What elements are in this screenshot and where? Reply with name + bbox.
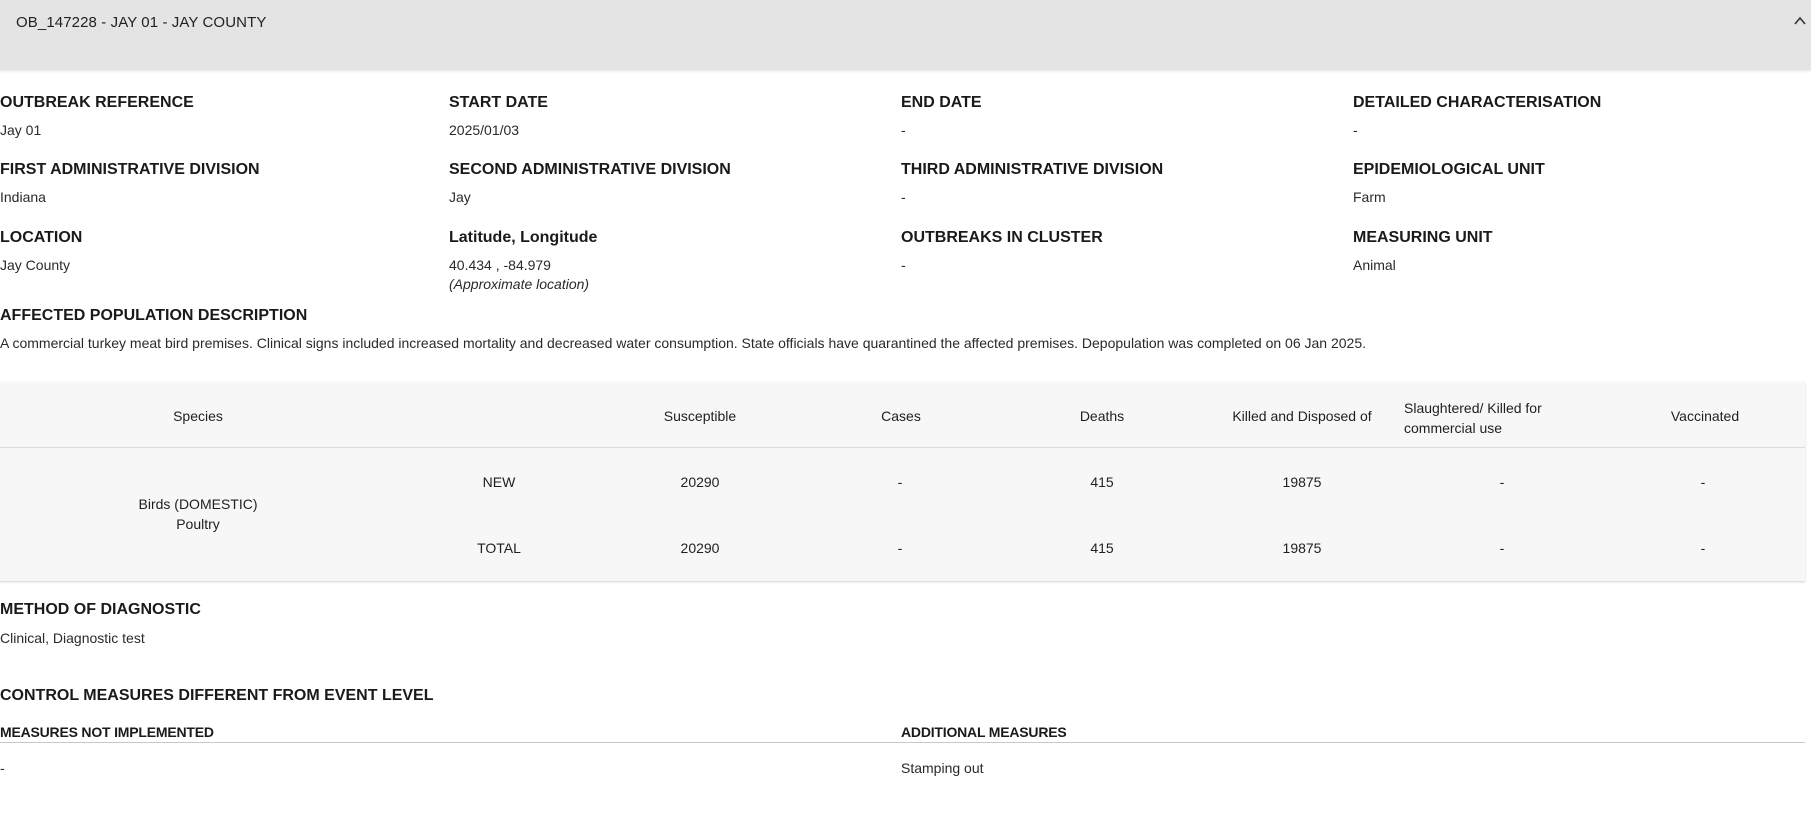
header-cases: Cases (881, 408, 921, 424)
first-admin-division-label: FIRST ADMINISTRATIVE DIVISION (0, 161, 260, 178)
field-start-date: START DATE 2025/01/03 (449, 94, 548, 138)
header-divider (0, 447, 1805, 448)
additional-measures-label: ADDITIONAL MEASURES (901, 724, 1067, 740)
row-new-label: NEW (482, 474, 516, 490)
species-type: Poultry (176, 516, 220, 532)
diagnostic-label: METHOD OF DIAGNOSTIC (0, 601, 201, 618)
field-measuring-unit: MEASURING UNIT Animal (1353, 229, 1493, 273)
outbreak-reference-value: Jay 01 (0, 122, 42, 138)
header-vaccinated: Vaccinated (1670, 408, 1740, 424)
affected-population-text: A commercial turkey meat bird premises. … (0, 335, 1366, 351)
row-new-killed-disposed: 19875 (1282, 474, 1322, 490)
affected-population-label: AFFECTED POPULATION DESCRIPTION (0, 307, 308, 324)
row-new-vaccinated: - (1700, 474, 1706, 490)
field-epidemiological-unit: EPIDEMIOLOGICAL UNIT Farm (1353, 161, 1545, 205)
outbreak-reference-label: OUTBREAK REFERENCE (0, 94, 194, 111)
header-species: Species (173, 408, 223, 424)
second-admin-division-label: SECOND ADMINISTRATIVE DIVISION (449, 161, 731, 178)
first-admin-division-value: Indiana (0, 189, 46, 205)
field-second-admin-division: SECOND ADMINISTRATIVE DIVISION Jay (449, 161, 731, 205)
field-outbreaks-in-cluster: OUTBREAKS IN CLUSTER - (901, 229, 1103, 273)
measures-divider (0, 742, 1805, 743)
outbreaks-in-cluster-label: OUTBREAKS IN CLUSTER (901, 229, 1103, 246)
row-new-slaughtered: - (1499, 474, 1505, 490)
outbreak-header[interactable]: OB_147228 - JAY 01 - JAY COUNTY (0, 0, 1811, 70)
field-first-admin-division: FIRST ADMINISTRATIVE DIVISION Indiana (0, 161, 260, 205)
header-killed-disposed: Killed and Disposed of (1232, 408, 1372, 424)
additional-measures-value: Stamping out (901, 760, 984, 776)
field-detailed-characterisation: DETAILED CHARACTERISATION - (1353, 94, 1601, 138)
location-label: LOCATION (0, 229, 83, 246)
chevron-up-icon (1794, 16, 1806, 25)
end-date-label: END DATE (901, 94, 982, 111)
outbreak-title: OB_147228 - JAY 01 - JAY COUNTY (16, 14, 267, 31)
collapse-button[interactable] (1789, 10, 1811, 32)
second-admin-division-value: Jay (449, 189, 471, 205)
control-measures-label: CONTROL MEASURES DIFFERENT FROM EVENT LE… (0, 687, 434, 704)
species-table: Species Susceptible Cases Deaths Killed … (0, 382, 1805, 581)
third-admin-division-label: THIRD ADMINISTRATIVE DIVISION (901, 161, 1164, 178)
row-total-cases: - (897, 540, 903, 556)
measuring-unit-label: MEASURING UNIT (1353, 229, 1493, 246)
measuring-unit-value: Animal (1353, 257, 1396, 273)
row-new-cases: - (897, 474, 903, 490)
start-date-value: 2025/01/03 (449, 122, 520, 138)
measures-not-implemented-label: MEASURES NOT IMPLEMENTED (0, 724, 214, 740)
header-susceptible: Susceptible (663, 408, 737, 424)
start-date-label: START DATE (449, 94, 548, 111)
species-name: Birds (DOMESTIC) (138, 496, 258, 512)
outbreak-detail-page: OB_147228 - JAY 01 - JAY COUNTY OUTBREAK… (0, 0, 1811, 818)
location-value: Jay County (0, 257, 71, 273)
lat-long-value: 40.434 , -84.979 (449, 257, 551, 273)
epidemiological-unit-label: EPIDEMIOLOGICAL UNIT (1353, 161, 1545, 178)
field-outbreak-reference: OUTBREAK REFERENCE Jay 01 (0, 94, 194, 138)
row-total-deaths: 415 (1090, 540, 1114, 556)
row-total-slaughtered: - (1499, 540, 1505, 556)
row-total-killed-disposed: 19875 (1282, 540, 1322, 556)
measures-not-implemented-value: - (0, 760, 5, 776)
row-new-susceptible: 20290 (680, 474, 720, 490)
lat-long-label: Latitude, Longitude (449, 229, 598, 246)
epidemiological-unit-value: Farm (1353, 189, 1386, 205)
row-total-vaccinated: - (1700, 540, 1706, 556)
field-end-date: END DATE - (901, 94, 982, 138)
approximate-location-note: (Approximate location) (449, 276, 590, 292)
row-total-susceptible: 20290 (680, 540, 720, 556)
header-deaths: Deaths (1079, 408, 1125, 424)
field-third-admin-division: THIRD ADMINISTRATIVE DIVISION - (901, 161, 1163, 205)
detailed-characterisation-value: - (1353, 122, 1358, 138)
detailed-characterisation-label: DETAILED CHARACTERISATION (1353, 94, 1602, 111)
row-total-label: TOTAL (477, 540, 521, 556)
field-location: LOCATION Jay County (0, 229, 82, 273)
row-new-deaths: 415 (1090, 474, 1114, 490)
end-date-value: - (901, 122, 906, 138)
header-slaughtered: Slaughtered/ Killed for commercial use (1404, 400, 1542, 436)
outbreaks-in-cluster-value: - (901, 257, 906, 273)
field-lat-long: Latitude, Longitude 40.434 , -84.979 (Ap… (449, 229, 597, 292)
third-admin-division-value: - (901, 189, 906, 205)
diagnostic-value: Clinical, Diagnostic test (0, 630, 145, 646)
